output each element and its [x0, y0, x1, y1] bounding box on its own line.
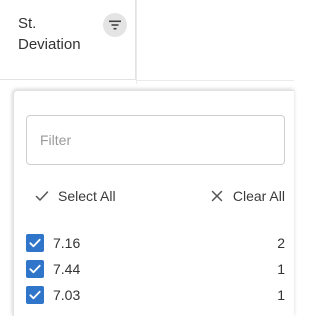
list-item[interactable]: 7.03 1: [26, 282, 285, 308]
clear-all-label: Clear All: [232, 188, 285, 204]
column-header-st-deviation[interactable]: St. Deviation: [0, 0, 136, 80]
list-item-count: 1: [277, 287, 285, 303]
checkmark-icon: [29, 238, 41, 248]
list-item[interactable]: 7.44 1: [26, 256, 285, 282]
checkmark-icon: [34, 188, 50, 204]
checkbox-checked[interactable]: [26, 260, 44, 278]
select-all-button[interactable]: Select All: [34, 185, 116, 207]
filter-actions: Select All Clear All: [26, 185, 285, 207]
close-icon: [209, 188, 225, 204]
list-item-count: 1: [277, 261, 285, 277]
list-item[interactable]: 7.16 2: [26, 230, 285, 256]
clear-all-button[interactable]: Clear All: [209, 185, 285, 207]
filter-value-list: 7.16 2 7.44 1 7.03 1: [26, 230, 285, 308]
checkmark-icon: [29, 290, 41, 300]
column-filter-button[interactable]: [103, 13, 127, 37]
list-item-label: 7.44: [53, 261, 81, 277]
list-item-label: 7.03: [53, 287, 81, 303]
column-divider: [136, 0, 137, 84]
filter-search-input[interactable]: [26, 115, 285, 165]
filter-icon: [109, 20, 121, 30]
checkmark-icon: [29, 264, 41, 274]
grid-filter-view: St. Deviation Select All: [0, 0, 294, 316]
select-all-label: Select All: [58, 188, 116, 204]
filter-popover: Select All Clear All 7.16: [13, 90, 294, 316]
list-item-count: 2: [277, 235, 285, 251]
column-title: St. Deviation: [18, 15, 81, 53]
checkbox-checked[interactable]: [26, 234, 44, 252]
checkbox-checked[interactable]: [26, 286, 44, 304]
list-item-label: 7.16: [53, 235, 81, 251]
row-divider: [136, 80, 294, 81]
